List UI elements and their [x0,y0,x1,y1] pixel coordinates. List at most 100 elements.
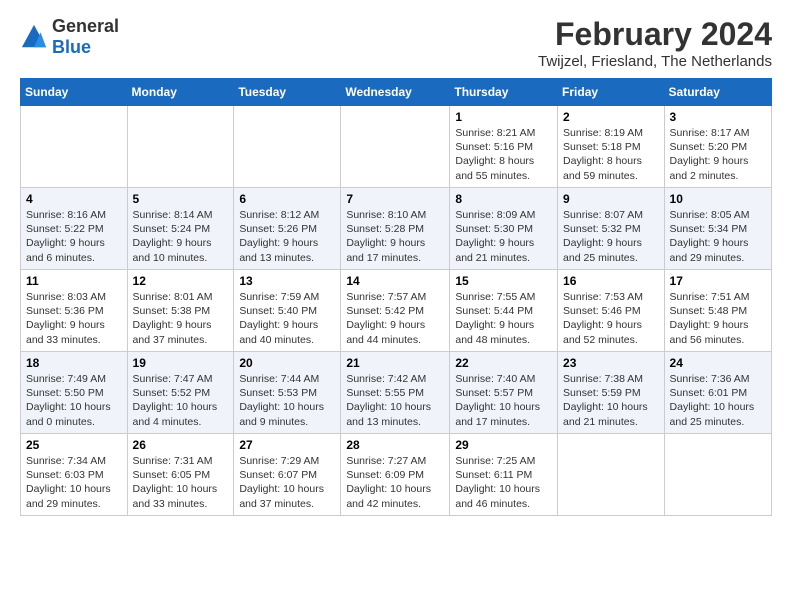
day-info: Sunrise: 8:21 AMSunset: 5:16 PMDaylight:… [455,127,535,182]
calendar-cell: 1 Sunrise: 8:21 AMSunset: 5:16 PMDayligh… [450,106,558,188]
day-info: Sunrise: 7:42 AMSunset: 5:55 PMDaylight:… [346,373,431,428]
calendar-table: SundayMondayTuesdayWednesdayThursdayFrid… [20,78,772,516]
day-number: 3 [670,110,766,124]
day-info: Sunrise: 7:27 AMSunset: 6:09 PMDaylight:… [346,455,431,510]
day-number: 8 [455,192,552,206]
calendar-cell: 15 Sunrise: 7:55 AMSunset: 5:44 PMDaylig… [450,270,558,352]
day-info: Sunrise: 7:31 AMSunset: 6:05 PMDaylight:… [133,455,218,510]
calendar-cell: 26 Sunrise: 7:31 AMSunset: 6:05 PMDaylig… [127,434,234,516]
day-info: Sunrise: 8:14 AMSunset: 5:24 PMDaylight:… [133,209,213,264]
day-number: 10 [670,192,766,206]
day-info: Sunrise: 7:55 AMSunset: 5:44 PMDaylight:… [455,291,535,346]
calendar-cell: 8 Sunrise: 8:09 AMSunset: 5:30 PMDayligh… [450,188,558,270]
day-number: 7 [346,192,444,206]
calendar-cell: 20 Sunrise: 7:44 AMSunset: 5:53 PMDaylig… [234,352,341,434]
calendar-cell [127,106,234,188]
day-number: 29 [455,438,552,452]
day-number: 26 [133,438,229,452]
calendar-cell [558,434,665,516]
day-info: Sunrise: 8:19 AMSunset: 5:18 PMDaylight:… [563,127,643,182]
day-number: 25 [26,438,122,452]
column-header-sunday: Sunday [21,79,128,106]
day-info: Sunrise: 8:03 AMSunset: 5:36 PMDaylight:… [26,291,106,346]
day-number: 11 [26,274,122,288]
calendar-cell [234,106,341,188]
title-area: February 2024 Twijzel, Friesland, The Ne… [538,16,772,70]
day-info: Sunrise: 8:17 AMSunset: 5:20 PMDaylight:… [670,127,750,182]
day-number: 24 [670,356,766,370]
day-info: Sunrise: 7:36 AMSunset: 6:01 PMDaylight:… [670,373,755,428]
day-number: 20 [239,356,335,370]
column-header-friday: Friday [558,79,665,106]
calendar-cell: 19 Sunrise: 7:47 AMSunset: 5:52 PMDaylig… [127,352,234,434]
day-number: 9 [563,192,659,206]
calendar-cell: 9 Sunrise: 8:07 AMSunset: 5:32 PMDayligh… [558,188,665,270]
day-number: 6 [239,192,335,206]
logo: General Blue [20,16,119,58]
logo-blue: Blue [52,37,91,57]
day-info: Sunrise: 7:44 AMSunset: 5:53 PMDaylight:… [239,373,324,428]
calendar-cell: 28 Sunrise: 7:27 AMSunset: 6:09 PMDaylig… [341,434,450,516]
day-number: 5 [133,192,229,206]
day-number: 28 [346,438,444,452]
day-number: 19 [133,356,229,370]
calendar-cell [664,434,771,516]
day-info: Sunrise: 8:16 AMSunset: 5:22 PMDaylight:… [26,209,106,264]
calendar-cell: 3 Sunrise: 8:17 AMSunset: 5:20 PMDayligh… [664,106,771,188]
calendar-week-row: 18 Sunrise: 7:49 AMSunset: 5:50 PMDaylig… [21,352,772,434]
day-info: Sunrise: 7:29 AMSunset: 6:07 PMDaylight:… [239,455,324,510]
calendar-cell: 14 Sunrise: 7:57 AMSunset: 5:42 PMDaylig… [341,270,450,352]
column-header-tuesday: Tuesday [234,79,341,106]
calendar-cell: 6 Sunrise: 8:12 AMSunset: 5:26 PMDayligh… [234,188,341,270]
day-number: 2 [563,110,659,124]
calendar-cell: 4 Sunrise: 8:16 AMSunset: 5:22 PMDayligh… [21,188,128,270]
day-info: Sunrise: 8:05 AMSunset: 5:34 PMDaylight:… [670,209,750,264]
column-header-saturday: Saturday [664,79,771,106]
calendar-cell: 23 Sunrise: 7:38 AMSunset: 5:59 PMDaylig… [558,352,665,434]
day-info: Sunrise: 7:57 AMSunset: 5:42 PMDaylight:… [346,291,426,346]
calendar-cell [21,106,128,188]
calendar-cell: 21 Sunrise: 7:42 AMSunset: 5:55 PMDaylig… [341,352,450,434]
day-info: Sunrise: 7:49 AMSunset: 5:50 PMDaylight:… [26,373,111,428]
calendar-cell: 27 Sunrise: 7:29 AMSunset: 6:07 PMDaylig… [234,434,341,516]
day-info: Sunrise: 7:40 AMSunset: 5:57 PMDaylight:… [455,373,540,428]
calendar-cell: 5 Sunrise: 8:14 AMSunset: 5:24 PMDayligh… [127,188,234,270]
column-header-monday: Monday [127,79,234,106]
header: General Blue February 2024 Twijzel, Frie… [20,16,772,70]
calendar-cell: 24 Sunrise: 7:36 AMSunset: 6:01 PMDaylig… [664,352,771,434]
calendar-cell: 29 Sunrise: 7:25 AMSunset: 6:11 PMDaylig… [450,434,558,516]
day-info: Sunrise: 8:12 AMSunset: 5:26 PMDaylight:… [239,209,319,264]
calendar-cell: 18 Sunrise: 7:49 AMSunset: 5:50 PMDaylig… [21,352,128,434]
calendar-cell: 10 Sunrise: 8:05 AMSunset: 5:34 PMDaylig… [664,188,771,270]
calendar-cell: 7 Sunrise: 8:10 AMSunset: 5:28 PMDayligh… [341,188,450,270]
day-number: 23 [563,356,659,370]
day-info: Sunrise: 7:25 AMSunset: 6:11 PMDaylight:… [455,455,540,510]
day-info: Sunrise: 8:01 AMSunset: 5:38 PMDaylight:… [133,291,213,346]
day-info: Sunrise: 7:51 AMSunset: 5:48 PMDaylight:… [670,291,750,346]
calendar-week-row: 25 Sunrise: 7:34 AMSunset: 6:03 PMDaylig… [21,434,772,516]
day-number: 13 [239,274,335,288]
day-number: 22 [455,356,552,370]
day-info: Sunrise: 7:34 AMSunset: 6:03 PMDaylight:… [26,455,111,510]
calendar-cell: 22 Sunrise: 7:40 AMSunset: 5:57 PMDaylig… [450,352,558,434]
calendar-cell: 13 Sunrise: 7:59 AMSunset: 5:40 PMDaylig… [234,270,341,352]
page-title: February 2024 [538,16,772,53]
day-info: Sunrise: 8:09 AMSunset: 5:30 PMDaylight:… [455,209,535,264]
page-subtitle: Twijzel, Friesland, The Netherlands [538,53,772,70]
logo-icon [20,23,48,51]
day-info: Sunrise: 8:10 AMSunset: 5:28 PMDaylight:… [346,209,426,264]
day-info: Sunrise: 7:53 AMSunset: 5:46 PMDaylight:… [563,291,643,346]
day-number: 27 [239,438,335,452]
day-number: 21 [346,356,444,370]
day-info: Sunrise: 7:38 AMSunset: 5:59 PMDaylight:… [563,373,648,428]
calendar-week-row: 1 Sunrise: 8:21 AMSunset: 5:16 PMDayligh… [21,106,772,188]
day-number: 4 [26,192,122,206]
day-number: 1 [455,110,552,124]
day-number: 15 [455,274,552,288]
column-header-wednesday: Wednesday [341,79,450,106]
calendar-cell: 17 Sunrise: 7:51 AMSunset: 5:48 PMDaylig… [664,270,771,352]
day-number: 17 [670,274,766,288]
day-number: 18 [26,356,122,370]
logo-general: General [52,16,119,36]
calendar-cell: 25 Sunrise: 7:34 AMSunset: 6:03 PMDaylig… [21,434,128,516]
